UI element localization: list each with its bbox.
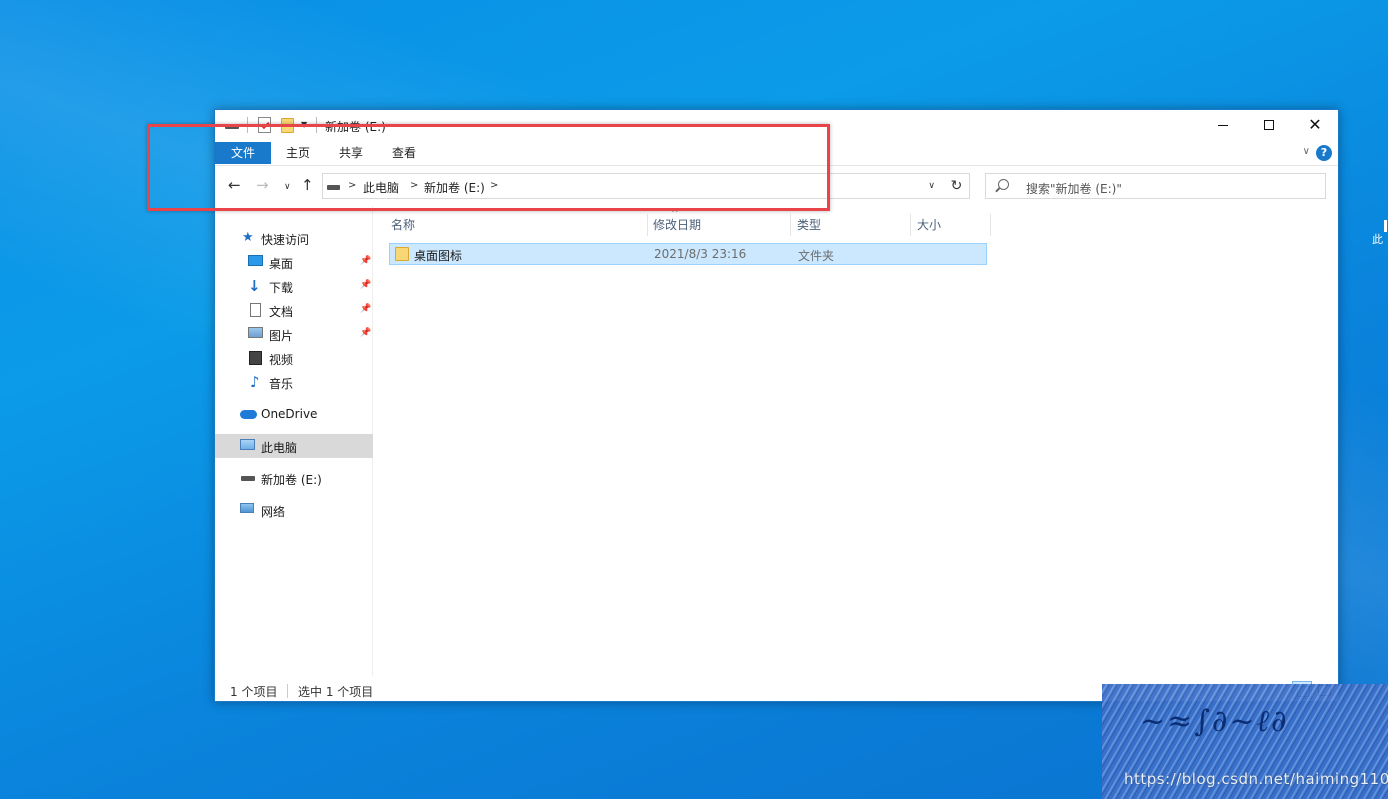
refresh-button[interactable]: ↻ (944, 173, 970, 199)
pin-icon[interactable]: 📌 (360, 304, 371, 314)
desktop-edge-label: 此 (1372, 233, 1383, 246)
desktop-edge-icon[interactable]: 此 (1372, 218, 1388, 258)
sidebar-item-documents[interactable]: 文档 📌 (215, 298, 373, 322)
sidebar-item-label: 图片 (269, 329, 294, 343)
watermark-url: https://blog.csdn.net/haiming110 (1124, 770, 1388, 788)
picture-icon (248, 327, 263, 338)
minimize-button[interactable] (1200, 110, 1246, 140)
search-placeholder: 搜索"新加卷 (E:)" (1026, 182, 1122, 196)
table-row[interactable]: 桌面图标 2021/8/3 23:16 文件夹 (389, 243, 987, 265)
item-count: 1 个项目 (230, 685, 278, 699)
document-icon (250, 303, 261, 317)
file-date: 2021/8/3 23:16 (654, 247, 747, 261)
download-icon: ↓ (248, 277, 261, 295)
expand-ribbon-chevron-icon[interactable]: ∨ (1303, 146, 1310, 157)
drive-icon (241, 476, 255, 481)
file-list: ^ 名称 修改日期 类型 大小 桌面图标 2021/8/3 23:16 文件夹 (374, 206, 1338, 676)
address-dropdown-icon[interactable]: ∨ (928, 181, 935, 191)
help-icon[interactable]: ? (1316, 145, 1332, 161)
column-header-date[interactable]: 修改日期 (653, 214, 701, 236)
column-header-size[interactable]: 大小 (917, 214, 941, 236)
column-divider[interactable] (790, 214, 791, 236)
sidebar-item-label: 网络 (261, 505, 286, 519)
sidebar-item-videos[interactable]: 视频 (215, 346, 373, 370)
sidebar-item-downloads[interactable]: ↓ 下载 📌 (215, 274, 373, 298)
column-header-type[interactable]: 类型 (797, 214, 821, 236)
navigation-pane: ★ 快速访问 桌面 📌 ↓ 下载 📌 文档 📌 图片 📌 视频 ♪ 音乐 One… (215, 206, 373, 676)
maximize-button[interactable] (1246, 110, 1292, 140)
video-icon (249, 351, 262, 365)
selected-count: 选中 1 个项目 (298, 685, 374, 699)
sidebar-item-label: 快速访问 (261, 233, 310, 247)
computer-icon (240, 439, 255, 450)
column-divider[interactable] (910, 214, 911, 236)
sidebar-item-label: 音乐 (269, 377, 294, 391)
sidebar-item-quick-access[interactable]: ★ 快速访问 (215, 226, 373, 250)
file-name: 桌面图标 (414, 249, 463, 263)
folder-icon (395, 247, 409, 261)
sidebar-item-label: 新加卷 (E:) (261, 473, 322, 487)
music-icon: ♪ (250, 373, 260, 391)
pin-icon[interactable]: 📌 (360, 328, 371, 338)
close-button[interactable]: ✕ (1292, 110, 1338, 140)
desktop-icon (248, 255, 263, 266)
search-input[interactable]: 搜索"新加卷 (E:)" (985, 173, 1326, 199)
file-type: 文件夹 (798, 249, 835, 263)
sidebar-item-music[interactable]: ♪ 音乐 (215, 370, 373, 394)
sidebar-item-onedrive[interactable]: OneDrive (215, 402, 373, 426)
sidebar-item-label: 下载 (269, 281, 294, 295)
maximize-icon (1264, 120, 1274, 130)
annotation-highlight-box (147, 124, 830, 211)
column-header-name[interactable]: 名称 (391, 214, 415, 236)
sidebar-item-drive-e[interactable]: 新加卷 (E:) (215, 466, 373, 490)
sidebar-item-pictures[interactable]: 图片 📌 (215, 322, 373, 346)
pin-icon[interactable]: 📌 (360, 256, 371, 266)
sidebar-item-network[interactable]: 网络 (215, 498, 373, 522)
sidebar-item-label: 此电脑 (261, 441, 298, 455)
sidebar-item-this-pc[interactable]: 此电脑 (215, 434, 373, 458)
column-divider[interactable] (990, 214, 991, 236)
column-divider[interactable] (647, 214, 648, 236)
close-icon: ✕ (1308, 115, 1322, 134)
status-divider (287, 684, 288, 698)
minimize-icon (1218, 124, 1228, 126)
desktop-edge-bar (1384, 220, 1387, 232)
onedrive-cloud-icon (240, 410, 257, 419)
sidebar-item-label: 视频 (269, 353, 294, 367)
network-icon (240, 503, 254, 513)
sidebar-item-label: 文档 (269, 305, 294, 319)
sidebar-item-desktop[interactable]: 桌面 📌 (215, 250, 373, 274)
search-icon (998, 179, 1009, 190)
sidebar-item-label: 桌面 (269, 257, 294, 271)
pin-icon[interactable]: 📌 (360, 280, 371, 290)
star-icon: ★ (242, 230, 254, 245)
sidebar-item-label: OneDrive (261, 407, 318, 421)
watermark-signature: ~≈∫∂~ℓ∂ (1140, 704, 1289, 739)
